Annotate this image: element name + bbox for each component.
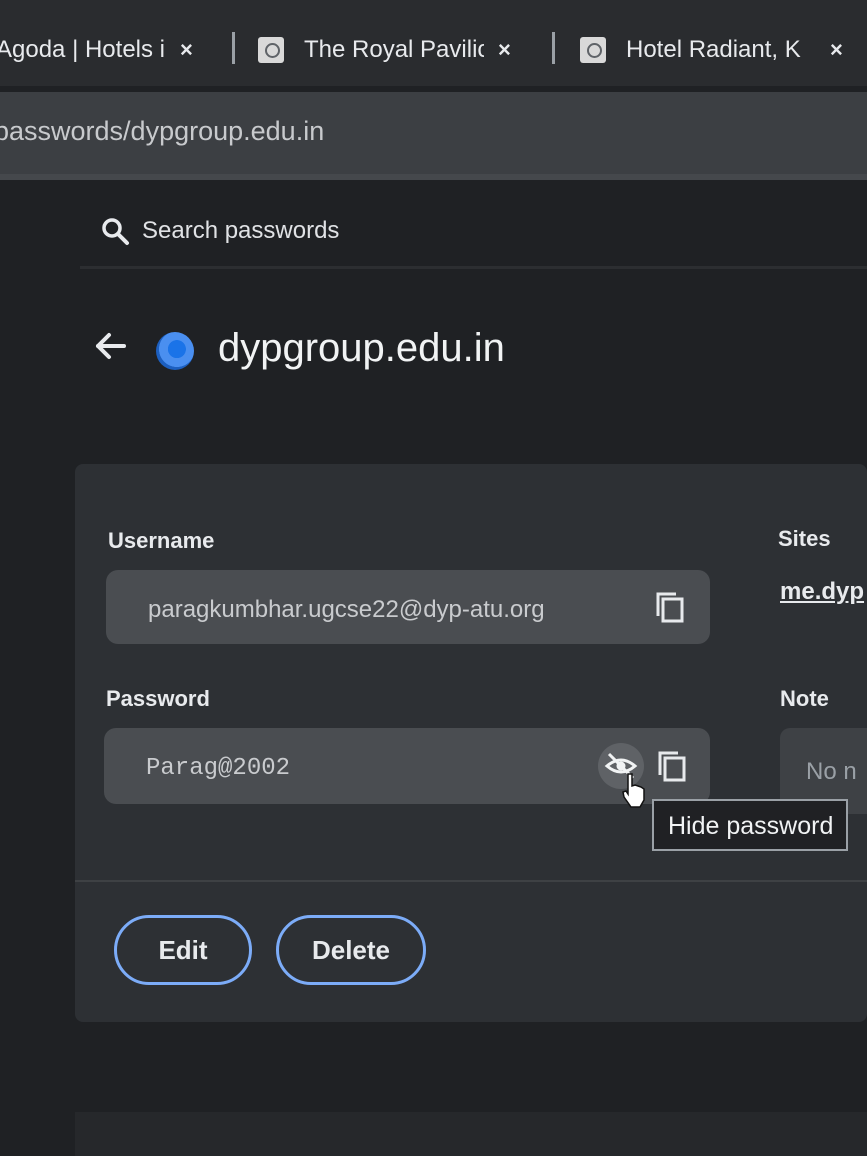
card-divider [75,880,867,882]
search-icon [102,218,129,245]
tab-close-icon[interactable]: × [830,37,843,63]
site-link[interactable]: me.dyp [780,578,864,606]
edit-button[interactable]: Edit [114,915,252,985]
tab-strip: Agoda | Hotels i × The Royal Pavilic × H… [0,0,867,86]
username-label: Username [108,528,215,553]
back-arrow-icon[interactable] [92,328,128,364]
tab-favicon-icon [580,37,606,63]
toolbar-divider [0,174,867,180]
tab-agoda[interactable]: Agoda | Hotels i × [0,20,218,80]
tab-separator [232,32,235,64]
search-divider [80,266,867,269]
hide-password-tooltip: Hide password [652,799,848,851]
note-value: No n [806,758,857,785]
username-field[interactable]: paragkumbhar.ugcse22@dyp-atu.org [106,570,710,644]
tab-favicon-icon [258,37,284,63]
note-label: Note [780,686,829,711]
address-bar[interactable]: passwords/dypgroup.edu.in [0,92,867,174]
delete-button[interactable]: Delete [276,915,426,985]
address-url[interactable]: passwords/dypgroup.edu.in [0,116,324,147]
page-title: dypgroup.edu.in [218,326,505,370]
tab-close-icon[interactable]: × [498,37,511,63]
username-value: paragkumbhar.ugcse22@dyp-atu.org [148,596,545,623]
search-passwords-box[interactable]: Search passwords [100,216,339,246]
password-label: Password [106,686,210,711]
tab-separator [552,32,555,64]
tab-title: The Royal Pavilic [304,36,484,63]
tab-close-icon[interactable]: × [180,37,193,63]
tab-title: Agoda | Hotels i [0,36,165,63]
tab-title: Hotel Radiant, K [626,36,801,63]
tab-royal-pavilion[interactable]: The Royal Pavilic × [258,20,538,80]
site-favicon-icon [156,332,194,370]
copy-icon[interactable] [656,749,688,783]
search-input[interactable]: Search passwords [142,217,339,245]
sites-label: Sites [778,526,831,551]
password-value: Parag@2002 [146,755,291,782]
copy-icon[interactable] [654,590,686,624]
next-card [75,1112,867,1156]
pointer-cursor-icon [622,773,645,808]
tab-hotel-radiant[interactable]: Hotel Radiant, K × [580,20,867,80]
